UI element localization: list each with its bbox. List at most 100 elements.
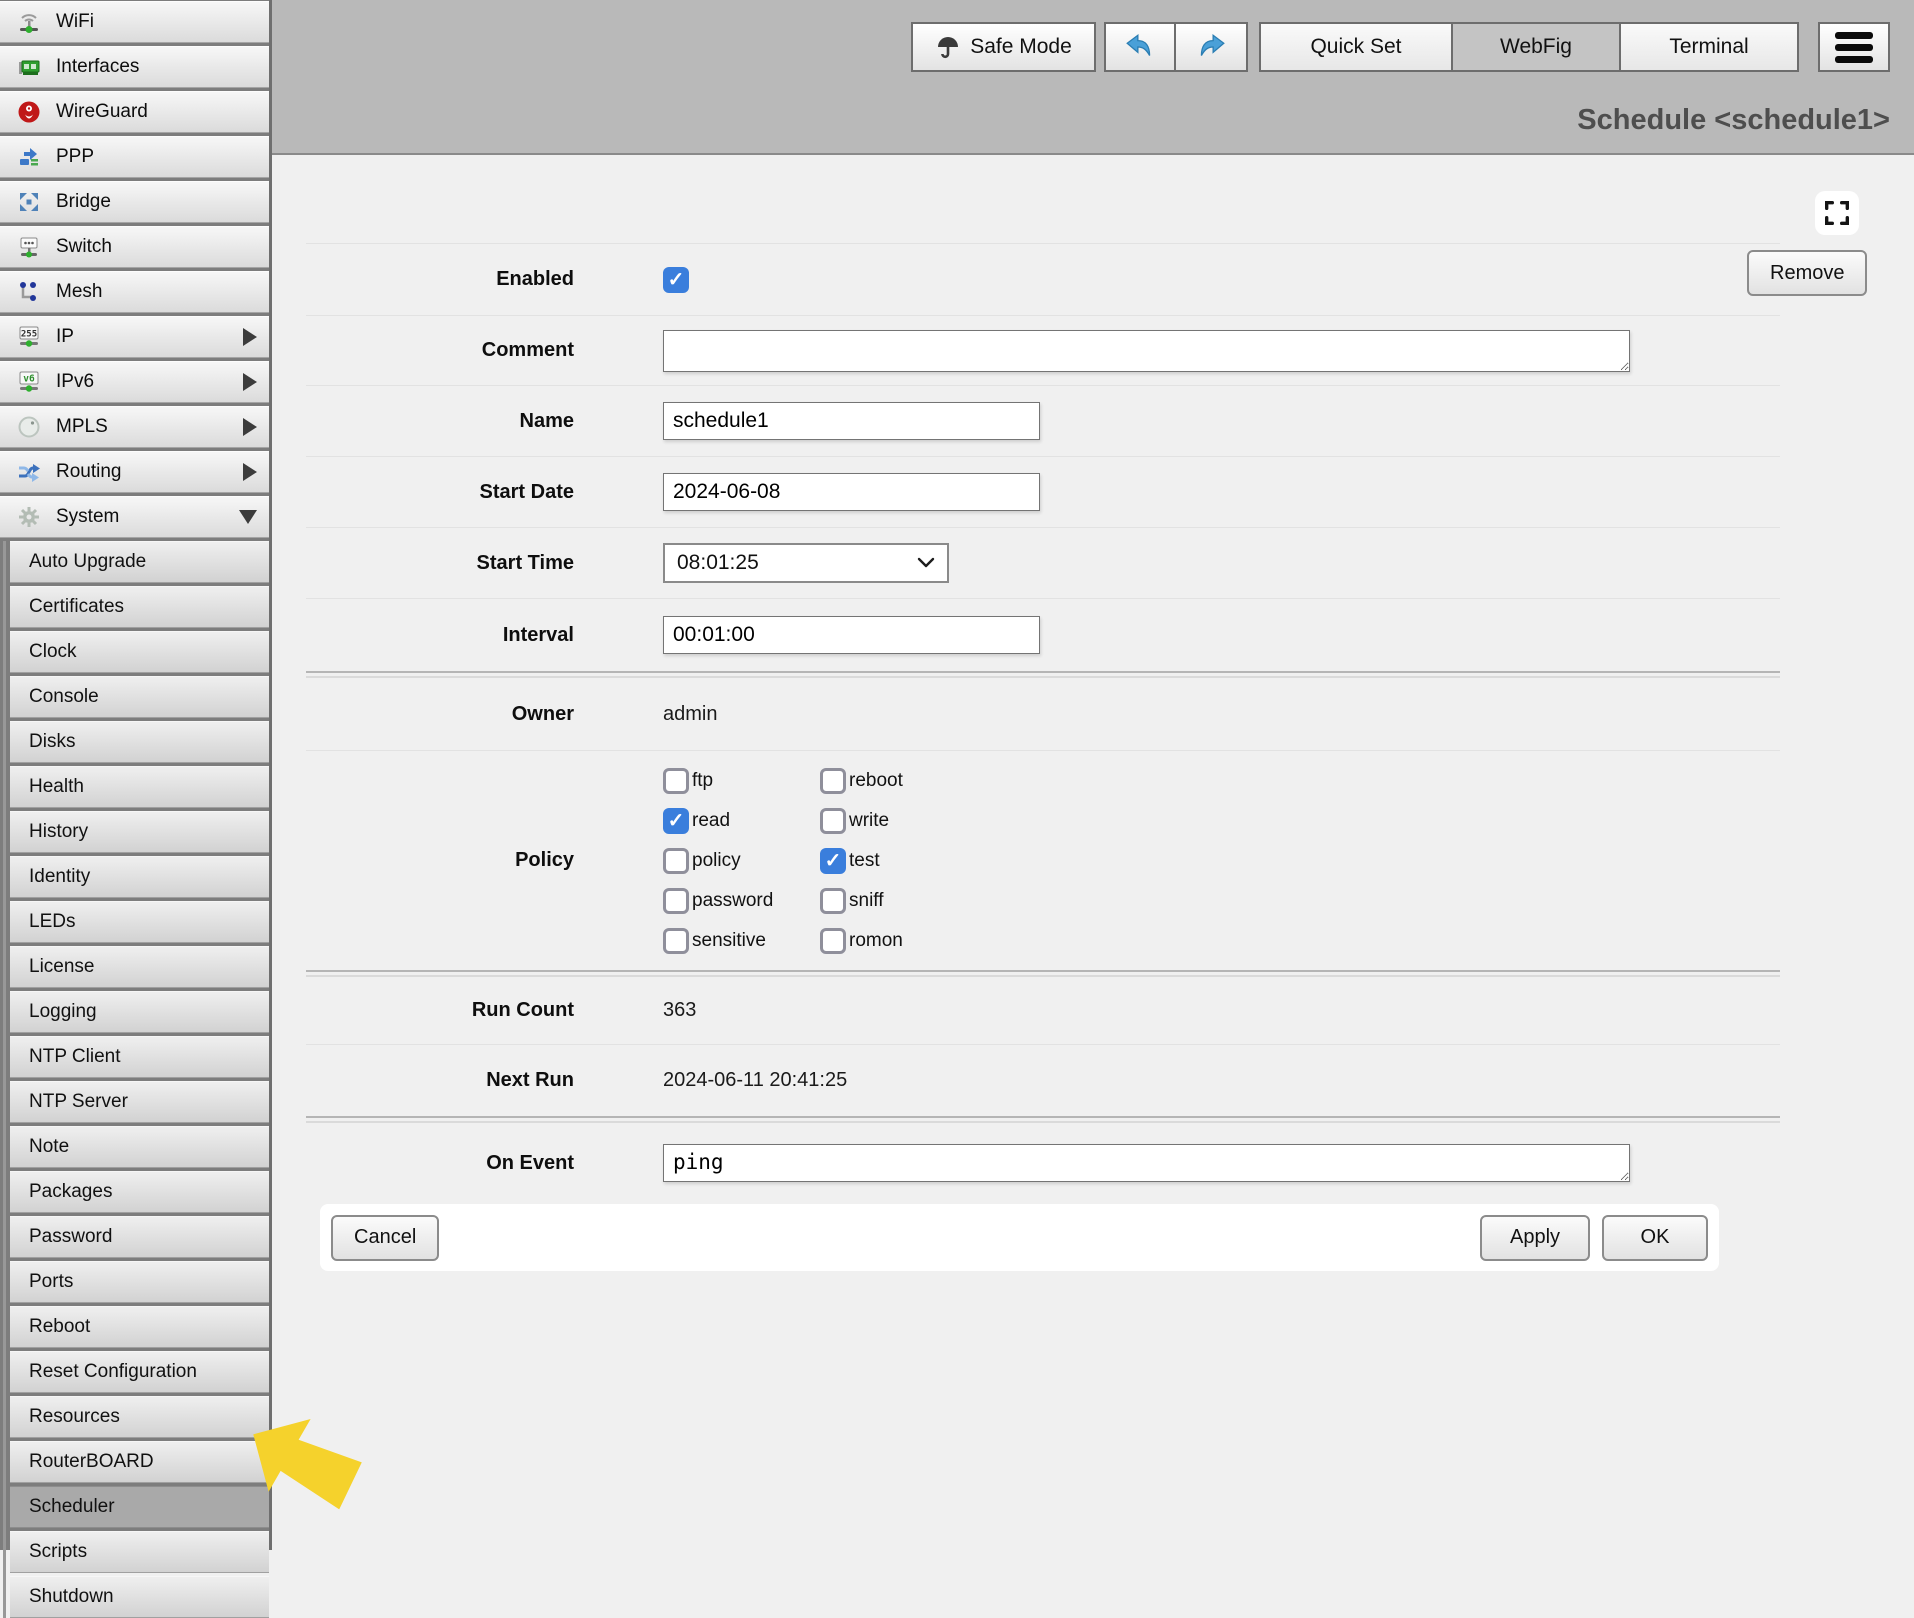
next-run-value: 2024-06-11 20:41:25 [663, 1069, 847, 1092]
apply-button[interactable]: Apply [1480, 1215, 1590, 1261]
sidebar-subitem[interactable]: Console [10, 676, 269, 718]
owner-value: admin [663, 703, 717, 726]
start-time-row: Start Time 08:01:25 [306, 527, 1780, 598]
sidebar-subitem[interactable]: Certificates [10, 586, 269, 628]
section-divider [306, 1116, 1780, 1123]
undo-button[interactable] [1104, 22, 1176, 72]
sidebar-item-label: MPLS [56, 416, 108, 438]
sidebar-subitem[interactable]: Logging [10, 991, 269, 1033]
policy-option: password [663, 888, 820, 914]
policy-option: test [820, 848, 903, 874]
submenu-arrow-icon [243, 373, 257, 391]
fullscreen-icon [1822, 198, 1852, 228]
start-date-input[interactable] [663, 473, 1040, 511]
sidebar-subitem[interactable]: Scheduler [10, 1486, 269, 1528]
sidebar-subitem[interactable]: History [10, 811, 269, 853]
sidebar-item-label: System [56, 506, 119, 528]
policy-checkbox[interactable] [663, 888, 689, 914]
safe-mode-button[interactable]: Safe Mode [911, 22, 1096, 72]
name-label: Name [306, 410, 574, 433]
sidebar-item-switch[interactable]: Switch [0, 226, 269, 268]
sidebar-item-mpls[interactable]: MPLS [0, 406, 269, 448]
comment-row: Comment [306, 315, 1780, 385]
tab-quick-set[interactable]: Quick Set [1261, 24, 1451, 70]
start-date-label: Start Date [306, 481, 574, 504]
policy-row: Policy ftp read poli [306, 750, 1780, 970]
sidebar-item-label: Interfaces [56, 56, 139, 78]
policy-option: reboot [820, 768, 903, 794]
policy-option: write [820, 808, 903, 834]
policy-checkbox[interactable] [663, 768, 689, 794]
sidebar-item-wireguard[interactable]: WireGuard [0, 91, 269, 133]
sidebar-item-system[interactable]: System [0, 496, 269, 538]
tab-terminal[interactable]: Terminal [1619, 24, 1797, 70]
sidebar-item-routing[interactable]: Routing [0, 451, 269, 493]
sidebar: WiFi Interfaces WireGuard PPP Bridge Swi… [0, 0, 272, 1550]
policy-checkbox[interactable] [663, 928, 689, 954]
start-time-value: 08:01:25 [677, 551, 759, 575]
interval-input[interactable] [663, 616, 1040, 654]
sidebar-subitem[interactable]: Packages [10, 1171, 269, 1213]
sidebar-subitem[interactable]: License [10, 946, 269, 988]
policy-option-label: password [692, 890, 773, 912]
mpls-icon [14, 414, 44, 440]
enabled-row: Enabled [306, 243, 1780, 315]
on-event-row: On Event ping [306, 1123, 1780, 1203]
comment-textarea[interactable] [663, 330, 1630, 372]
cancel-button[interactable]: Cancel [331, 1215, 439, 1261]
next-run-row: Next Run 2024-06-11 20:41:25 [306, 1044, 1780, 1116]
interfaces-icon [14, 54, 44, 80]
sidebar-item-label: WiFi [56, 11, 94, 33]
policy-checkbox[interactable] [820, 808, 846, 834]
interval-label: Interval [306, 624, 574, 647]
run-count-value: 363 [663, 999, 696, 1022]
ok-button[interactable]: OK [1602, 1215, 1708, 1261]
fullscreen-button[interactable] [1815, 191, 1859, 235]
sidebar-item-interfaces[interactable]: Interfaces [0, 46, 269, 88]
section-divider [306, 970, 1780, 977]
policy-column-1: ftp read policy password [663, 768, 820, 954]
start-time-select[interactable]: 08:01:25 [663, 543, 949, 583]
comment-label: Comment [306, 339, 574, 362]
sidebar-item-wifi[interactable]: WiFi [0, 1, 269, 43]
policy-checkbox[interactable] [820, 888, 846, 914]
sidebar-subitem[interactable]: LEDs [10, 901, 269, 943]
sidebar-subitem[interactable]: Ports [10, 1261, 269, 1303]
sidebar-subitem[interactable]: NTP Client [10, 1036, 269, 1078]
on-event-textarea[interactable]: ping [663, 1144, 1630, 1182]
system-gear-icon [14, 504, 44, 530]
policy-checkbox[interactable] [820, 928, 846, 954]
sidebar-subitem[interactable]: Note [10, 1126, 269, 1168]
sidebar-item-ppp[interactable]: PPP [0, 136, 269, 178]
submenu-arrow-icon [243, 463, 257, 481]
redo-button[interactable] [1176, 22, 1248, 72]
policy-label: Policy [306, 849, 574, 872]
policy-column-2: reboot write test sniff [820, 768, 903, 954]
wireguard-icon [14, 99, 44, 125]
sidebar-subitem[interactable]: Resources [10, 1396, 269, 1438]
sidebar-subitem[interactable]: Password [10, 1216, 269, 1258]
policy-checkbox[interactable] [663, 848, 689, 874]
tab-webfig[interactable]: WebFig [1451, 24, 1619, 70]
enabled-checkbox[interactable] [663, 267, 689, 293]
sidebar-subitem[interactable]: Disks [10, 721, 269, 763]
sidebar-subitem[interactable]: Identity [10, 856, 269, 898]
expanded-arrow-icon [239, 510, 257, 524]
sidebar-subitem[interactable]: Shutdown [10, 1576, 269, 1618]
sidebar-subitem[interactable]: Health [10, 766, 269, 808]
sidebar-item-mesh[interactable]: Mesh [0, 271, 269, 313]
policy-checkbox[interactable] [820, 768, 846, 794]
sidebar-item-ipv6[interactable]: v6 IPv6 [0, 361, 269, 403]
sidebar-subitem[interactable]: Scripts [10, 1531, 269, 1573]
sidebar-subitem[interactable]: Reset Configuration [10, 1351, 269, 1393]
sidebar-subitem[interactable]: NTP Server [10, 1081, 269, 1123]
sidebar-subitem[interactable]: Reboot [10, 1306, 269, 1348]
policy-checkbox[interactable] [820, 848, 846, 874]
sidebar-subitem[interactable]: Auto Upgrade [10, 541, 269, 583]
sidebar-subitem[interactable]: Clock [10, 631, 269, 673]
hamburger-menu-button[interactable] [1818, 22, 1890, 72]
policy-checkbox[interactable] [663, 808, 689, 834]
sidebar-item-bridge[interactable]: Bridge [0, 181, 269, 223]
sidebar-item-ip[interactable]: 255 IP [0, 316, 269, 358]
name-input[interactable] [663, 402, 1040, 440]
